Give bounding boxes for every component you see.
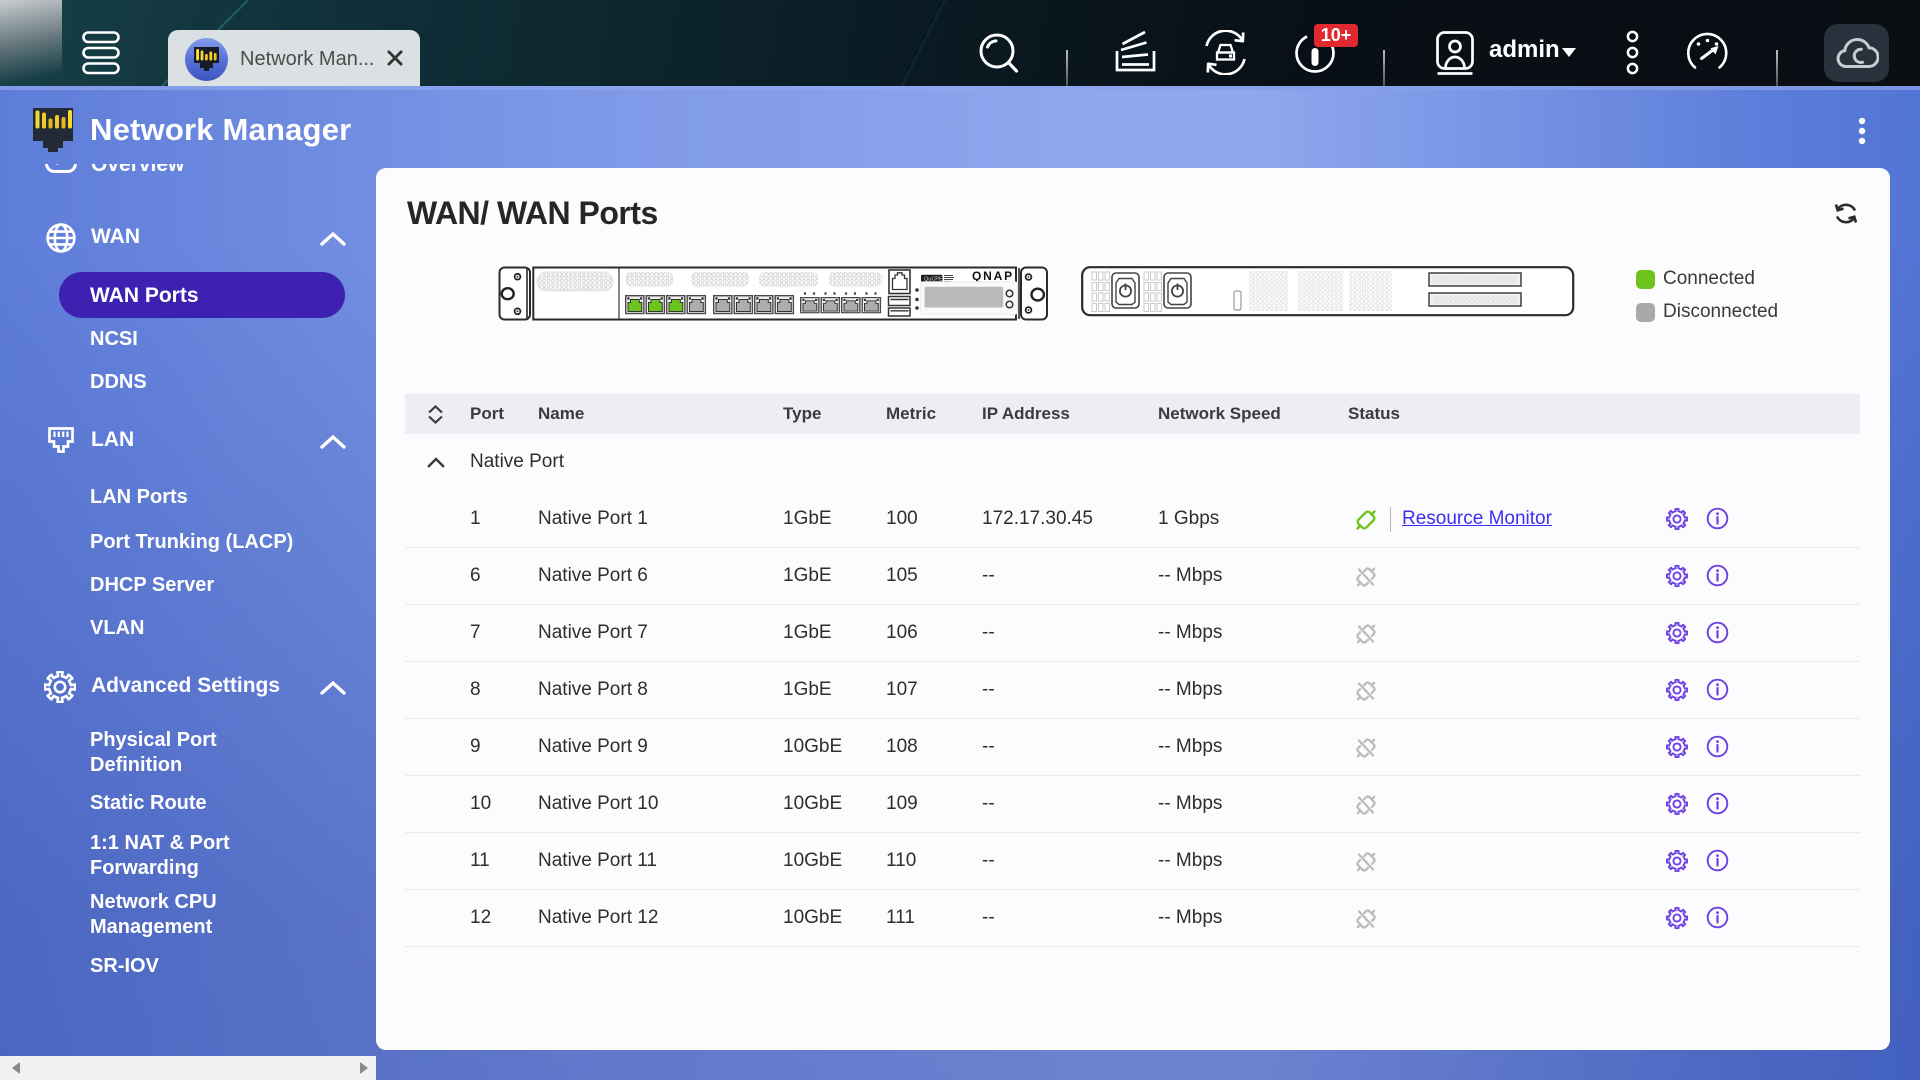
svg-text:QNAP: QNAP	[972, 269, 1014, 283]
